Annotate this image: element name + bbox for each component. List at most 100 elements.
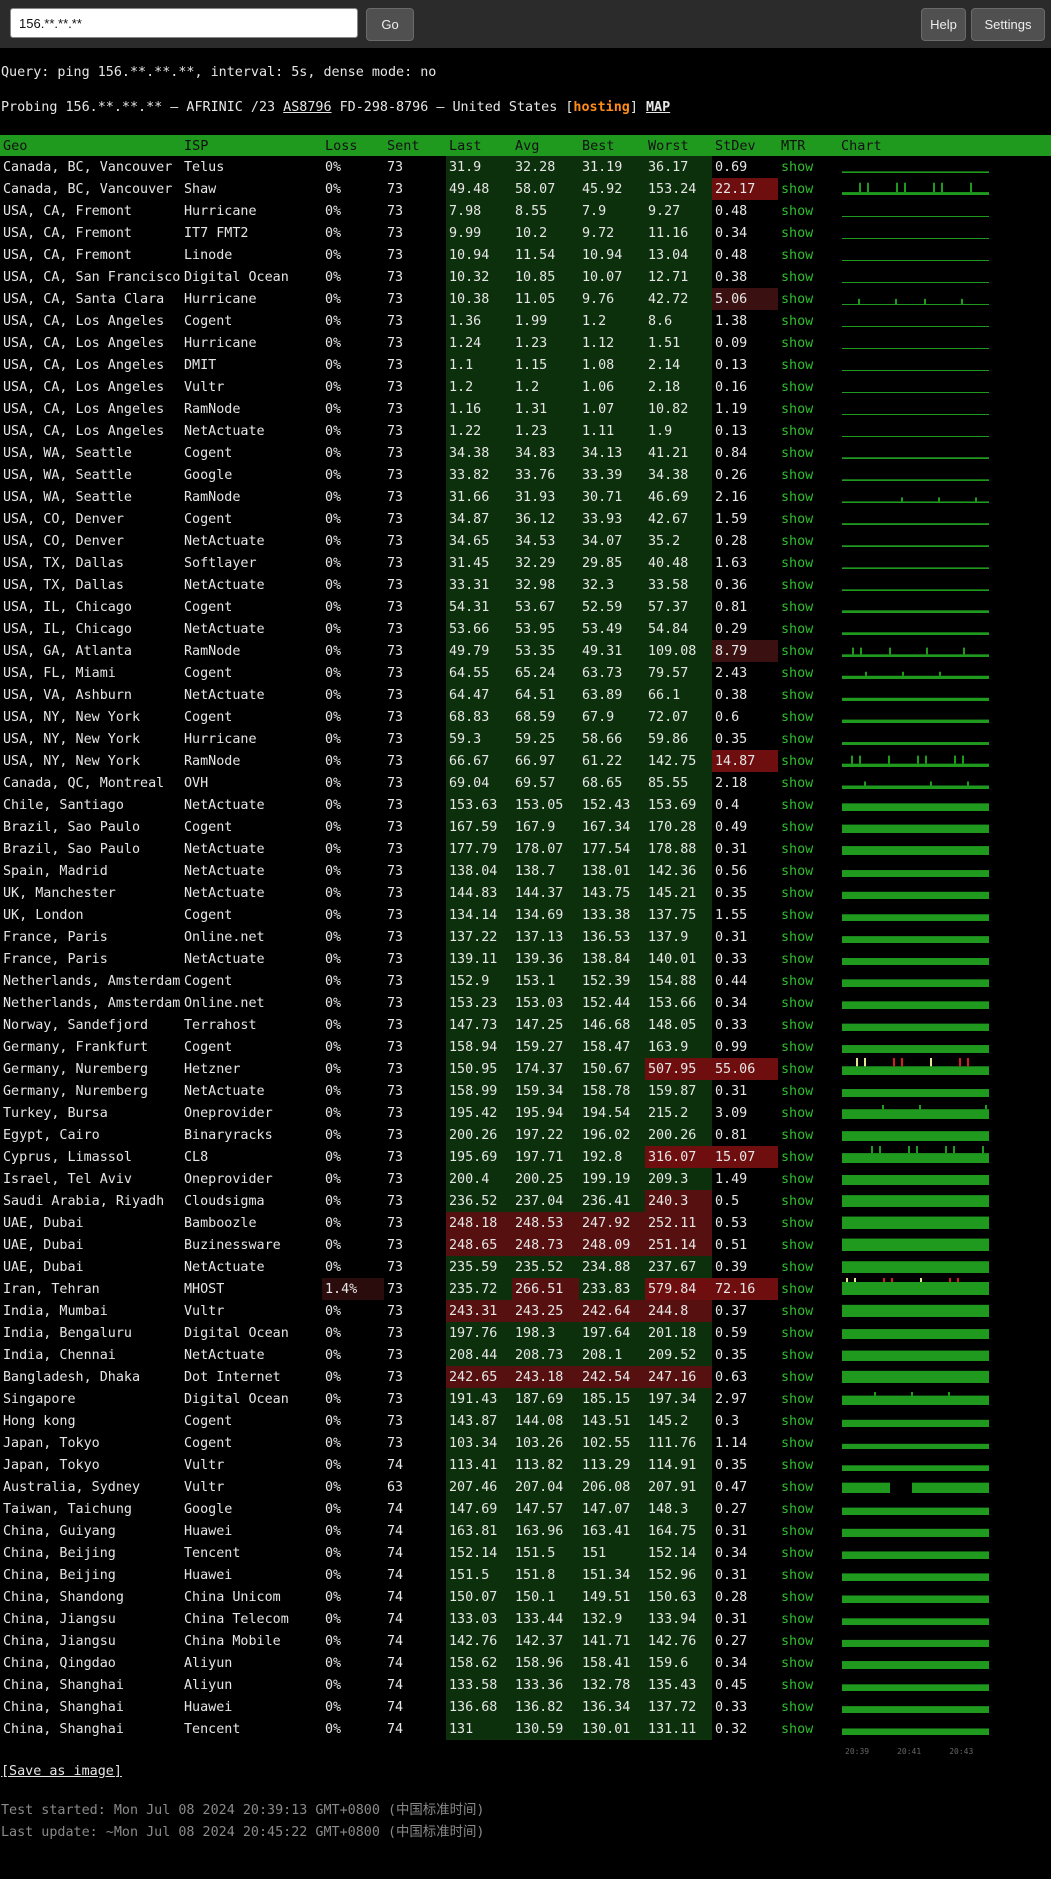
mtr-show-link[interactable]: show [778, 1256, 838, 1278]
column-header-last[interactable]: Last [446, 135, 512, 156]
column-header-isp[interactable]: ISP [181, 135, 322, 156]
mtr-show-link[interactable]: show [778, 1278, 838, 1300]
cell-geo: USA, CA, Fremont [3, 225, 132, 241]
mtr-show-link[interactable]: show [778, 904, 838, 926]
mtr-show-link[interactable]: show [778, 354, 838, 376]
mtr-show-link[interactable]: show [778, 1652, 838, 1674]
mtr-show-link[interactable]: show [778, 1366, 838, 1388]
column-header-stdev[interactable]: StDev [712, 135, 778, 156]
mtr-show-link[interactable]: show [778, 1476, 838, 1498]
mtr-show-link[interactable]: show [778, 1520, 838, 1542]
mtr-show-link[interactable]: show [778, 1058, 838, 1080]
column-header-worst[interactable]: Worst [645, 135, 712, 156]
mtr-show-link[interactable]: show [778, 728, 838, 750]
mtr-show-link[interactable]: show [778, 574, 838, 596]
mtr-show-link[interactable]: show [778, 200, 838, 222]
save-as-image-link[interactable]: [Save as image] [1, 1764, 122, 1779]
mtr-show-link[interactable]: show [778, 1608, 838, 1630]
mtr-show-link[interactable]: show [778, 706, 838, 728]
mtr-show-link[interactable]: show [778, 1036, 838, 1058]
mtr-show-link[interactable]: show [778, 970, 838, 992]
cell-isp: NetActuate [184, 841, 265, 857]
latency-sparkline [842, 1706, 989, 1713]
mtr-show-link[interactable]: show [778, 1586, 838, 1608]
latency-bar [842, 824, 989, 833]
mtr-show-link[interactable]: show [778, 640, 838, 662]
cell-last: 10.38 [446, 288, 512, 310]
mtr-show-link[interactable]: show [778, 1388, 838, 1410]
go-button[interactable]: Go [366, 8, 414, 41]
mtr-show-link[interactable]: show [778, 684, 838, 706]
asn-link[interactable]: AS8796 [283, 100, 331, 115]
mtr-show-link[interactable]: show [778, 1234, 838, 1256]
mtr-show-link[interactable]: show [778, 1674, 838, 1696]
mtr-show-link[interactable]: show [778, 1014, 838, 1036]
mtr-show-link[interactable]: show [778, 1454, 838, 1476]
mtr-show-link[interactable]: show [778, 948, 838, 970]
mtr-show-link[interactable]: show [778, 1190, 838, 1212]
mtr-show-link[interactable]: show [778, 1410, 838, 1432]
column-header-best[interactable]: Best [579, 135, 645, 156]
settings-button[interactable]: Settings [971, 8, 1045, 41]
mtr-show-link[interactable]: show [778, 772, 838, 794]
mtr-show-link[interactable]: show [778, 310, 838, 332]
mtr-show-link[interactable]: show [778, 332, 838, 354]
mtr-show-link[interactable]: show [778, 486, 838, 508]
mtr-show-link[interactable]: show [778, 266, 838, 288]
cell-avg: 195.94 [512, 1102, 579, 1124]
mtr-show-link[interactable]: show [778, 288, 838, 310]
mtr-show-link[interactable]: show [778, 992, 838, 1014]
mtr-show-link[interactable]: show [778, 442, 838, 464]
mtr-show-link[interactable]: show [778, 1564, 838, 1586]
mtr-show-link[interactable]: show [778, 508, 838, 530]
mtr-show-link[interactable]: show [778, 156, 838, 178]
mtr-show-link[interactable]: show [778, 816, 838, 838]
mtr-show-link[interactable]: show [778, 860, 838, 882]
column-header-sent[interactable]: Sent [384, 135, 446, 156]
mtr-show-link[interactable]: show [778, 1124, 838, 1146]
cell-isp: Cogent [184, 819, 233, 835]
cell-loss: 0% [325, 1391, 342, 1407]
mtr-show-link[interactable]: show [778, 1344, 838, 1366]
mtr-show-link[interactable]: show [778, 882, 838, 904]
mtr-show-link[interactable]: show [778, 222, 838, 244]
mtr-show-link[interactable]: show [778, 178, 838, 200]
mtr-show-link[interactable]: show [778, 1432, 838, 1454]
map-link[interactable]: MAP [646, 100, 670, 115]
mtr-show-link[interactable]: show [778, 376, 838, 398]
mtr-show-link[interactable]: show [778, 1718, 838, 1740]
mtr-show-link[interactable]: show [778, 1498, 838, 1520]
column-header-mtr[interactable]: MTR [778, 135, 838, 156]
query-input[interactable] [10, 8, 358, 38]
column-header-chart[interactable]: Chart [838, 135, 1051, 156]
mtr-show-link[interactable]: show [778, 530, 838, 552]
mtr-show-link[interactable]: show [778, 1168, 838, 1190]
mtr-show-link[interactable]: show [778, 1080, 838, 1102]
mtr-show-link[interactable]: show [778, 1322, 838, 1344]
mtr-show-link[interactable]: show [778, 750, 838, 772]
column-header-loss[interactable]: Loss [322, 135, 384, 156]
mtr-show-link[interactable]: show [778, 244, 838, 266]
mtr-show-link[interactable]: show [778, 926, 838, 948]
mtr-show-link[interactable]: show [778, 1146, 838, 1168]
mtr-show-link[interactable]: show [778, 1102, 838, 1124]
mtr-show-link[interactable]: show [778, 838, 838, 860]
mtr-show-link[interactable]: show [778, 420, 838, 442]
mtr-show-link[interactable]: show [778, 662, 838, 684]
mtr-show-link[interactable]: show [778, 1300, 838, 1322]
mtr-show-link[interactable]: show [778, 618, 838, 640]
mtr-show-link[interactable]: show [778, 794, 838, 816]
column-header-geo[interactable]: Geo [0, 135, 181, 156]
cell-avg: 10.2 [512, 222, 579, 244]
mtr-show-link[interactable]: show [778, 1212, 838, 1234]
mtr-show-link[interactable]: show [778, 596, 838, 618]
mtr-show-link[interactable]: show [778, 1542, 838, 1564]
column-header-avg[interactable]: Avg [512, 135, 579, 156]
mtr-show-link[interactable]: show [778, 464, 838, 486]
mtr-show-link[interactable]: show [778, 398, 838, 420]
help-button[interactable]: Help [921, 8, 966, 41]
mtr-show-link[interactable]: show [778, 552, 838, 574]
cell-sent: 73 [387, 181, 404, 197]
mtr-show-link[interactable]: show [778, 1696, 838, 1718]
mtr-show-link[interactable]: show [778, 1630, 838, 1652]
